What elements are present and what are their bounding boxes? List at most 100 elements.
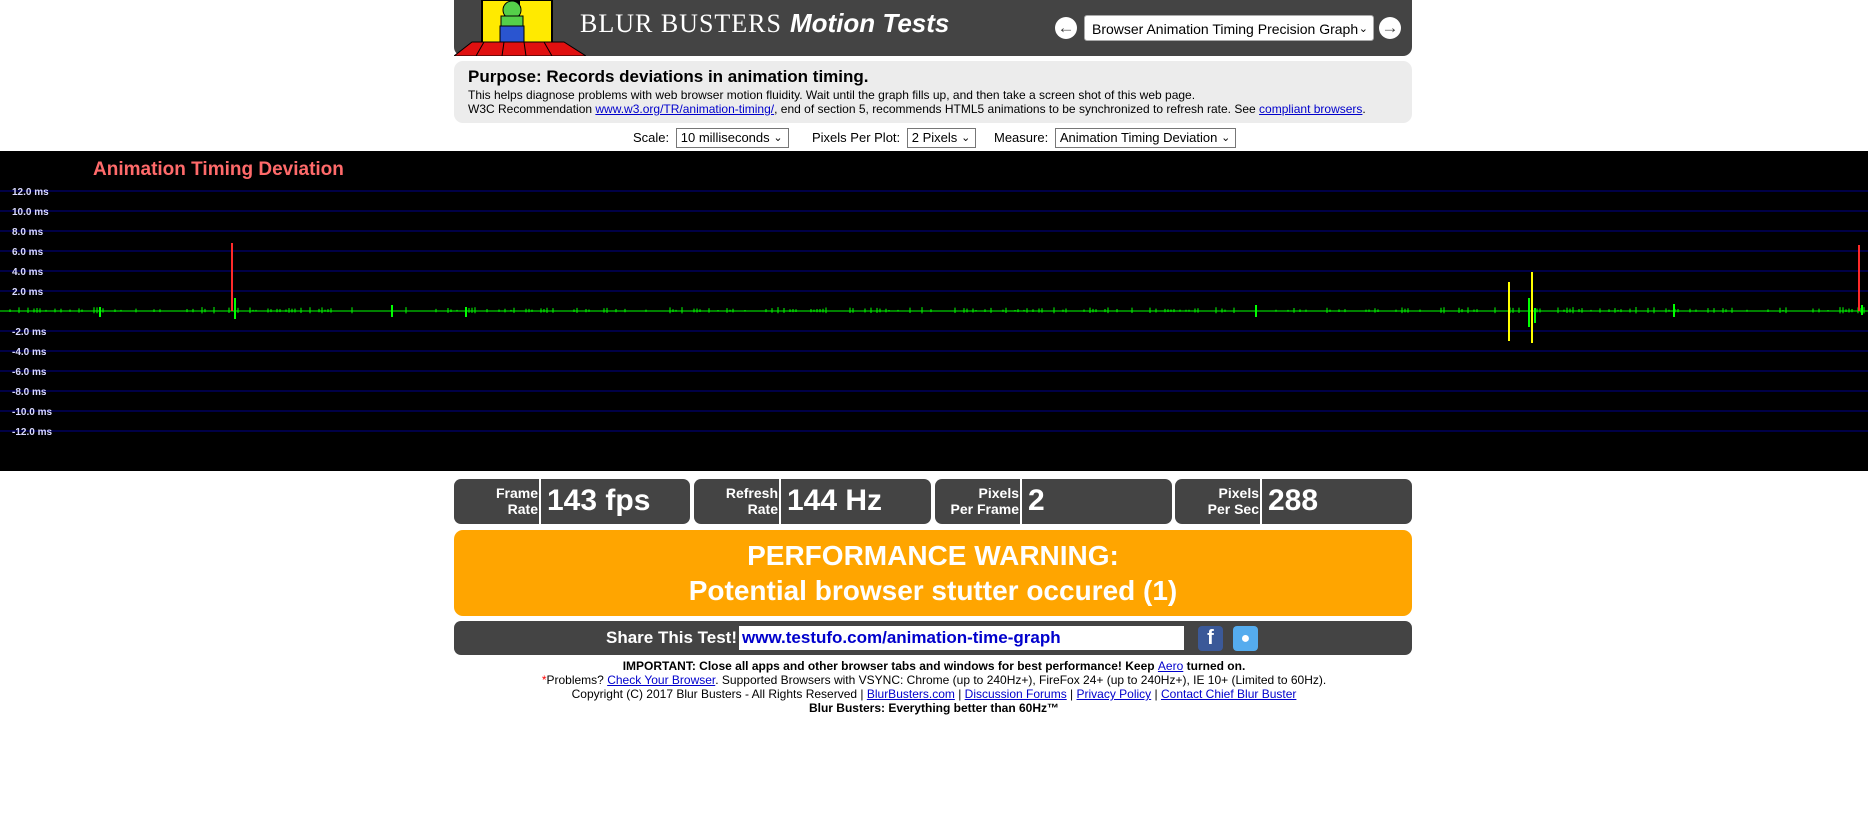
scale-select[interactable]: 10 milliseconds ⌄ xyxy=(675,128,789,148)
stat-divider xyxy=(779,479,781,524)
pixels-per-sec-label-2: Per Sec xyxy=(1207,501,1259,517)
share-label: Share This Test! xyxy=(606,628,737,647)
chevron-down-icon: ⌄ xyxy=(773,132,783,144)
y-tick-label: -6.0 ms xyxy=(12,367,47,378)
chevron-down-icon: ⌄ xyxy=(1358,23,1368,35)
graph-controls: Scale: 10 milliseconds ⌄ Pixels Per Plot:… xyxy=(0,128,1868,148)
supported-browsers-text: . Supported Browsers with VSYNC: Chrome … xyxy=(715,673,1327,687)
frame-rate-label-1: Frame xyxy=(495,485,538,501)
frame-rate-value: 143 fps xyxy=(547,484,651,517)
separator: | xyxy=(954,687,965,701)
stat-divider xyxy=(1020,479,1022,524)
purpose-description: This helps diagnose problems with web br… xyxy=(468,88,1196,102)
measure-value: Animation Timing Deviation xyxy=(1059,130,1218,145)
y-tick-label: 2.0 ms xyxy=(12,287,44,298)
purpose-heading: Purpose: Records deviations in animation… xyxy=(468,67,869,86)
pixels-per-sec-box: Pixels Per Sec 288 xyxy=(1175,479,1412,524)
pixels-per-plot-label: Pixels Per Plot: xyxy=(812,130,901,145)
test-selector[interactable]: Browser Animation Timing Precision Graph… xyxy=(1084,15,1374,41)
check-browser-link[interactable]: Check Your Browser xyxy=(607,673,715,687)
page-footer: IMPORTANT: Close all apps and other brow… xyxy=(0,659,1868,715)
aero-link[interactable]: Aero xyxy=(1158,659,1183,673)
important-text: IMPORTANT: Close all apps and other brow… xyxy=(622,659,1158,673)
refresh-rate-label: Refresh Rate xyxy=(698,485,778,517)
y-tick-label: -12.0 ms xyxy=(12,427,52,438)
refresh-rate-box: Refresh Rate 144 Hz xyxy=(694,479,931,524)
frame-rate-label-2: Rate xyxy=(507,501,538,517)
pixels-per-frame-value: 2 xyxy=(1028,484,1045,517)
purpose-box: Purpose: Records deviations in animation… xyxy=(454,61,1412,123)
brand-title[interactable]: BLUR BUSTERS Motion Tests xyxy=(580,8,949,39)
chevron-down-icon: ⌄ xyxy=(961,132,971,144)
pixels-per-plot-value: 2 Pixels xyxy=(911,130,958,145)
warning-message: Potential browser stutter occured (1) xyxy=(688,575,1178,606)
w3c-link[interactable]: www.w3.org/TR/animation-timing/ xyxy=(595,102,774,116)
brand-name: BLUR BUSTERS xyxy=(580,9,782,38)
refresh-rate-value: 144 Hz xyxy=(787,484,883,517)
chevron-down-icon: ⌄ xyxy=(1221,132,1231,144)
w3c-prefix: W3C Recommendation xyxy=(468,102,596,116)
important-note: IMPORTANT: Close all apps and other brow… xyxy=(0,659,1868,673)
pixels-per-plot-control: Pixels Per Plot: 2 Pixels ⌄ xyxy=(812,128,977,148)
important-end: turned on. xyxy=(1183,659,1246,673)
pixels-per-frame-label: Pixels Per Frame xyxy=(939,485,1019,517)
y-tick-label: 10.0 ms xyxy=(12,207,49,218)
discussion-forums-link[interactable]: Discussion Forums xyxy=(965,687,1067,701)
problems-note: *Problems? Check Your Browser. Supported… xyxy=(0,673,1868,687)
pixels-per-sec-value: 288 xyxy=(1268,484,1319,517)
arrow-left-icon: ← xyxy=(1057,18,1075,37)
previous-test-button[interactable]: ← xyxy=(1055,17,1077,39)
pixels-per-sec-label: Pixels Per Sec xyxy=(1179,485,1259,517)
stat-divider xyxy=(1260,479,1262,524)
pixels-per-sec-label-1: Pixels xyxy=(1218,485,1259,501)
pixels-per-frame-label-2: Per Frame xyxy=(950,501,1019,517)
test-selector-value: Browser Animation Timing Precision Graph xyxy=(1092,21,1359,37)
y-tick-label: 6.0 ms xyxy=(12,247,44,258)
share-bar: Share This Test! www.testufo.com/animati… xyxy=(454,621,1412,655)
twitter-icon[interactable]: ● xyxy=(1233,626,1258,651)
blur-busters-mascot-logo xyxy=(454,0,586,56)
pixels-per-frame-box: Pixels Per Frame 2 xyxy=(935,479,1172,524)
tagline-text: Blur Busters: Everything better than 60H… xyxy=(808,701,1060,715)
privacy-policy-link[interactable]: Privacy Policy xyxy=(1077,687,1152,701)
scale-value: 10 milliseconds xyxy=(680,130,770,145)
compliant-browsers-link[interactable]: compliant browsers xyxy=(1259,102,1362,116)
timing-graph: 12.0 ms 10.0 ms 8.0 ms 6.0 ms 4.0 ms 2.0 ms -2… xyxy=(0,151,1868,471)
tagline: Blur Busters: Everything better than 60H… xyxy=(0,701,1868,715)
scale-label: Scale: xyxy=(633,130,670,145)
pixels-per-frame-label-1: Pixels xyxy=(978,485,1019,501)
scale-control: Scale: 10 milliseconds ⌄ xyxy=(633,128,789,148)
site-header: BLUR BUSTERS Motion Tests ← Browser Anima… xyxy=(454,0,1412,56)
pixels-per-plot-select[interactable]: 2 Pixels ⌄ xyxy=(906,128,977,148)
refresh-rate-label-2: Rate xyxy=(747,501,778,517)
y-tick-label: -4.0 ms xyxy=(12,347,47,358)
measure-label: Measure: xyxy=(994,130,1049,145)
performance-warning-banner: PERFORMANCE WARNING: Potential browser s… xyxy=(454,530,1412,616)
stat-divider xyxy=(539,479,541,524)
facebook-icon[interactable]: f xyxy=(1198,626,1223,651)
contact-link[interactable]: Contact Chief Blur Buster xyxy=(1161,687,1296,701)
y-tick-label: -8.0 ms xyxy=(12,387,47,398)
frame-rate-box: Frame Rate 143 fps xyxy=(454,479,690,524)
graph-title: Animation Timing Deviation xyxy=(93,159,344,180)
y-tick-label: -10.0 ms xyxy=(12,407,52,418)
w3c-middle: , end of section 5, recommends HTML5 ani… xyxy=(774,102,1260,116)
y-tick-label: 4.0 ms xyxy=(12,267,44,278)
share-url-field[interactable]: www.testufo.com/animation-time-graph xyxy=(739,626,1184,650)
purpose-w3c-line: W3C Recommendation www.w3.org/TR/animati… xyxy=(468,102,1398,116)
next-test-button[interactable]: → xyxy=(1379,17,1401,39)
copyright-line: Copyright (C) 2017 Blur Busters - All Ri… xyxy=(0,687,1868,701)
y-tick-label: 8.0 ms xyxy=(12,227,44,238)
y-tick-label: 12.0 ms xyxy=(12,187,49,198)
warning-title: PERFORMANCE WARNING: xyxy=(747,540,1119,571)
brand-suffix: Motion Tests xyxy=(790,8,950,38)
copyright-text: Copyright (C) 2017 Blur Busters - All Ri… xyxy=(571,687,867,701)
separator: | xyxy=(1066,687,1077,701)
measure-select[interactable]: Animation Timing Deviation ⌄ xyxy=(1054,128,1237,148)
w3c-suffix: . xyxy=(1362,102,1366,116)
blurbusters-link[interactable]: BlurBusters.com xyxy=(867,687,955,701)
timing-graph-plot: 12.0 ms 10.0 ms 8.0 ms 6.0 ms 4.0 ms 2.0 ms -2… xyxy=(0,187,1868,438)
frame-rate-label: Frame Rate xyxy=(458,485,538,517)
separator: | xyxy=(1151,687,1161,701)
arrow-right-icon: → xyxy=(1381,18,1399,37)
